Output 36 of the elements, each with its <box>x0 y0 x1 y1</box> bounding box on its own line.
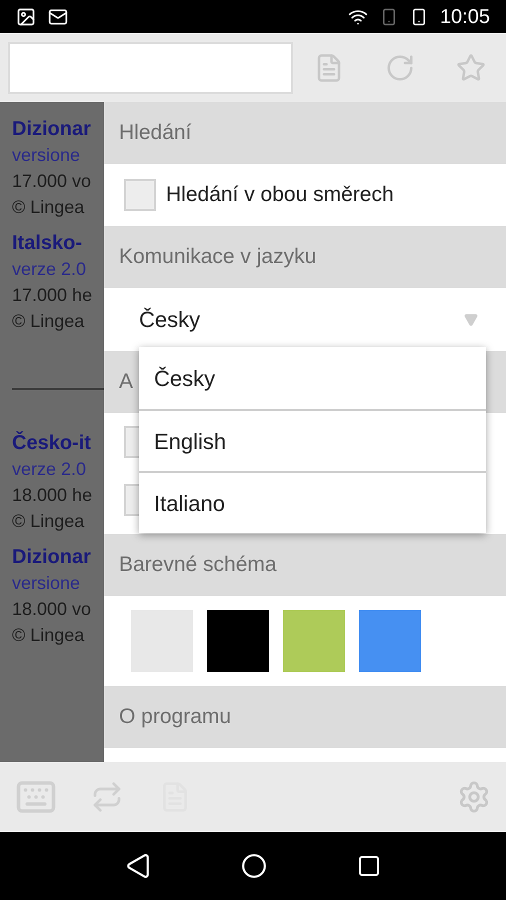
language-option[interactable]: English <box>139 409 486 471</box>
mail-icon <box>48 6 68 26</box>
back-icon[interactable] <box>125 853 151 879</box>
dictionary-count: 17.000 vo <box>12 170 92 193</box>
clock: 10:05 <box>440 4 490 30</box>
dictionary-version: verze 2.0 <box>12 258 88 281</box>
dictionary-copyright: © Lingea <box>12 510 86 533</box>
dictionary-count: 17.000 he <box>12 284 94 307</box>
recents-icon[interactable] <box>357 854 381 878</box>
dictionary-copyright: © Lingea <box>12 196 86 219</box>
color-swatch[interactable] <box>207 610 269 672</box>
language-option[interactable]: Italiano <box>139 471 486 533</box>
section-header: O programu <box>119 704 232 730</box>
image-icon <box>16 6 36 26</box>
dictionary-version: versione <box>12 144 82 167</box>
dictionary-count: 18.000 he <box>12 484 94 507</box>
dictionary-copyright: © Lingea <box>12 624 86 647</box>
checkbox[interactable] <box>124 179 156 211</box>
section-header: Barevné schéma <box>119 552 277 578</box>
color-swatch[interactable] <box>359 610 421 672</box>
search-field[interactable] <box>8 42 293 94</box>
swap-icon[interactable] <box>91 781 123 813</box>
section-header: Komunikace v jazyku <box>119 244 316 270</box>
dictionary-count: 18.000 vo <box>12 598 92 621</box>
star-icon[interactable] <box>456 52 486 82</box>
settings-icon[interactable] <box>457 780 491 814</box>
color-swatch[interactable] <box>283 610 345 672</box>
checkbox-label: Hledání v obou směrech <box>166 182 394 208</box>
dictionary-version: versione <box>12 572 82 595</box>
dictionary-version: verze 2.0 <box>12 458 88 481</box>
section-header: A <box>119 369 134 396</box>
home-icon[interactable] <box>241 853 267 879</box>
dictionary-copyright: © Lingea <box>12 310 86 333</box>
section-header: Hledání <box>119 120 192 146</box>
history-icon[interactable] <box>384 52 414 82</box>
dropdown-arrow-icon <box>464 312 478 326</box>
